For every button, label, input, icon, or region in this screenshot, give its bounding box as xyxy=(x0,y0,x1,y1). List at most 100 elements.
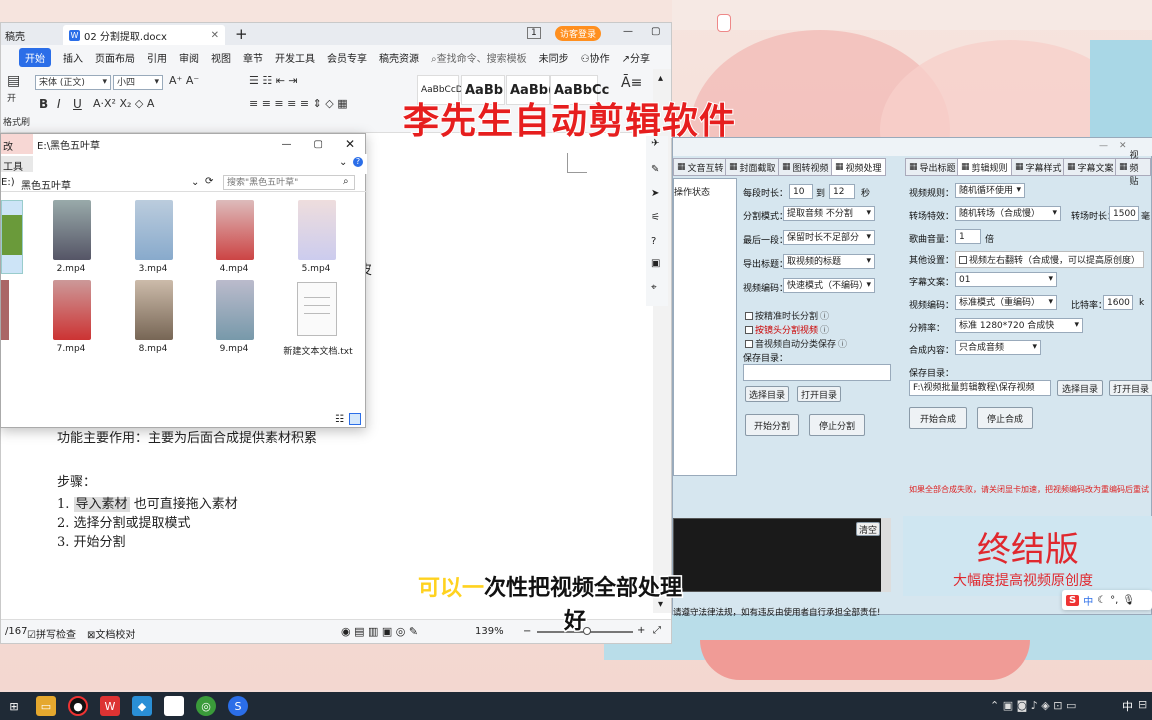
tray-icons[interactable]: ⌃ ▣ ◙ ♪ ◈ ⊡ ▭ xyxy=(990,699,1076,712)
shot-split-checkbox[interactable]: 按镜头分割视频 ⓘ xyxy=(745,323,829,336)
help-circle-icon[interactable]: ? xyxy=(651,236,656,247)
export-title-select[interactable]: 取视频的标题 xyxy=(783,254,875,269)
start-merge-button[interactable]: 开始合成 xyxy=(909,407,967,429)
task-view-icon[interactable]: ⊞ xyxy=(4,696,24,716)
notification-icon[interactable]: ⊟ xyxy=(1138,698,1147,711)
log-scrollbar[interactable] xyxy=(881,518,891,592)
select-dir-button[interactable]: 选择目录 xyxy=(745,386,789,402)
video-thumbnail[interactable] xyxy=(135,200,173,260)
explorer-icon[interactable]: ▭ xyxy=(36,696,56,716)
refresh-icon[interactable]: ⟳ xyxy=(205,176,213,187)
font-color-icon[interactable]: A·X² X₂ ◇ A xyxy=(93,97,154,110)
tab-text-audio[interactable]: ▦ 文音互转 xyxy=(673,158,728,176)
close-icon[interactable]: ✕ xyxy=(345,137,355,151)
explorer-search-input[interactable]: 搜索"黑色五叶草" xyxy=(223,175,355,190)
file-label[interactable]: 2.mp4 xyxy=(41,264,101,274)
file-item-1-selected[interactable] xyxy=(1,200,23,274)
transition-length-input[interactable]: 1500 xyxy=(1109,206,1139,221)
file-label[interactable]: 5.mp4 xyxy=(286,264,346,274)
maximize-icon[interactable]: ▢ xyxy=(313,139,322,150)
punct-icon[interactable]: °, xyxy=(1110,595,1118,606)
flip-checkbox[interactable]: 视频左右翻转（合成慢，可以提高原创度） xyxy=(955,251,1145,268)
video-thumbnail[interactable] xyxy=(53,200,91,260)
operation-status-list[interactable]: 操作状态 xyxy=(673,178,737,476)
collab-button[interactable]: ⚇协作 xyxy=(581,50,610,65)
share-button[interactable]: ↗分享 xyxy=(622,50,650,65)
font-grow-icon[interactable]: A⁺ A⁻ xyxy=(169,74,199,87)
ime-toolbar[interactable]: S 中 ☾ °, 🎙 xyxy=(1062,590,1152,610)
tab-subtitle-text[interactable]: ▦ 字幕文案 xyxy=(1063,158,1118,176)
format-brush-label[interactable]: 格式刷 xyxy=(3,115,30,128)
video-editor-icon[interactable]: ◆ xyxy=(132,696,152,716)
video-thumbnail[interactable] xyxy=(216,280,254,340)
last-segment-select[interactable]: 保留时长不足部分 xyxy=(783,230,875,245)
segment-from-input[interactable]: 10 xyxy=(789,184,813,199)
details-view-icon[interactable]: ☷ xyxy=(335,414,344,425)
codec-select[interactable]: 快速模式（不编码） xyxy=(783,278,875,293)
command-search[interactable]: ⌕查找命令、搜索模板 xyxy=(431,50,527,65)
log-console[interactable]: 清空 xyxy=(673,518,891,592)
ime-mode[interactable]: 中 xyxy=(1083,593,1093,608)
stop-split-button[interactable]: 停止分割 xyxy=(809,414,865,436)
italic-icon[interactable]: I xyxy=(57,97,61,111)
clear-log-button[interactable]: 清空 xyxy=(856,522,880,536)
start-split-button[interactable]: 开始分割 xyxy=(745,414,799,436)
tab-export-title[interactable]: ▦ 导出标题 xyxy=(905,158,960,176)
menu-member[interactable]: 会员专享 xyxy=(327,50,367,65)
blank-app-icon[interactable] xyxy=(164,696,184,716)
tab-subtitle-style[interactable]: ▦ 字幕样式 xyxy=(1011,158,1066,176)
location-icon[interactable]: ⌖ xyxy=(651,282,657,293)
bitrate-input[interactable]: 1600 xyxy=(1103,295,1133,310)
font-size-select[interactable]: 小四 xyxy=(113,75,163,90)
transition-select[interactable]: 随机转场（合成慢） xyxy=(955,206,1061,221)
tab-cover[interactable]: ▦ 封面截取 xyxy=(725,158,780,176)
menu-dev-tools[interactable]: 开发工具 xyxy=(275,50,315,65)
video-thumbnail[interactable] xyxy=(298,200,336,260)
tab-video-process[interactable]: ▦ 视频处理 xyxy=(831,158,886,176)
file-label[interactable]: 7.mp4 xyxy=(41,344,101,354)
sync-status[interactable]: 未同步 xyxy=(539,50,569,65)
explorer-tools-tab[interactable]: 工具 xyxy=(1,156,33,173)
zoom-out-icon[interactable]: − xyxy=(523,626,531,637)
video-thumbnail[interactable] xyxy=(135,280,173,340)
underline-icon[interactable]: U xyxy=(73,97,82,111)
font-name-select[interactable]: 宋体 (正文) xyxy=(35,75,111,90)
menu-insert[interactable]: 插入 xyxy=(63,50,83,65)
menu-reference[interactable]: 引用 xyxy=(147,50,167,65)
cursor-icon[interactable]: ➤ xyxy=(651,188,659,199)
login-button[interactable]: 访客登录 xyxy=(555,26,602,41)
tab-image-video[interactable]: ▦ 图转视频 xyxy=(778,158,833,176)
menu-start[interactable]: 开始 xyxy=(19,47,51,67)
new-tab-icon[interactable]: + xyxy=(235,25,248,43)
list-icons[interactable]: ☰ ☷ ⇤ ⇥ xyxy=(249,74,298,87)
save-dir-input[interactable] xyxy=(743,364,891,381)
auto-classify-checkbox[interactable]: 音视频自动分类保存 ⓘ xyxy=(745,337,847,350)
scroll-up-icon[interactable]: ▴ xyxy=(658,73,663,84)
open-dir-button-2[interactable]: 打开目录 xyxy=(1109,380,1152,396)
split-mode-select[interactable]: 提取音频 不分割 xyxy=(783,206,875,221)
resolution-select[interactable]: 标准 1280*720 合成快 xyxy=(955,318,1083,333)
doc-tab[interactable]: W 02 分割提取.docx ✕ xyxy=(63,25,225,45)
menu-review[interactable]: 审阅 xyxy=(179,50,199,65)
menu-resources[interactable]: 稿壳资源 xyxy=(379,50,419,65)
address-bar[interactable]: 黑色五叶草 xyxy=(21,177,201,192)
settings-sliders-icon[interactable]: ⚟ xyxy=(651,212,660,223)
wps-icon[interactable]: W xyxy=(100,696,120,716)
file-label[interactable]: 3.mp4 xyxy=(123,264,183,274)
search-icon[interactable]: ⌕ xyxy=(343,176,349,187)
file-label[interactable]: 4.mp4 xyxy=(204,264,264,274)
mic-icon[interactable]: 🎙 xyxy=(1122,595,1135,606)
align-icons[interactable]: ≡ ≡ ≡ ≡ ≡ ⇕ ◇ ▦ xyxy=(249,97,348,110)
subtitle-select[interactable]: 01 xyxy=(955,272,1057,287)
bold-icon[interactable]: B xyxy=(39,97,48,111)
doc-proof[interactable]: ⊠文档校对 xyxy=(87,626,135,641)
edit-icon[interactable]: ✎ xyxy=(651,164,659,175)
menu-view[interactable]: 视图 xyxy=(211,50,231,65)
stop-merge-button[interactable]: 停止合成 xyxy=(977,407,1033,429)
view-mode-icons[interactable]: ◉ ▤ ▥ ▣ ◎ ✎ xyxy=(341,625,418,638)
tab-video-sticker[interactable]: ▦ 视频贴 xyxy=(1115,151,1151,187)
page-badge[interactable]: 1 xyxy=(527,27,541,39)
close-icon[interactable]: ✕ xyxy=(1119,141,1127,151)
precise-split-checkbox[interactable]: 按精准时长分割 ⓘ xyxy=(745,309,829,322)
file-label[interactable]: 9.mp4 xyxy=(204,344,264,354)
